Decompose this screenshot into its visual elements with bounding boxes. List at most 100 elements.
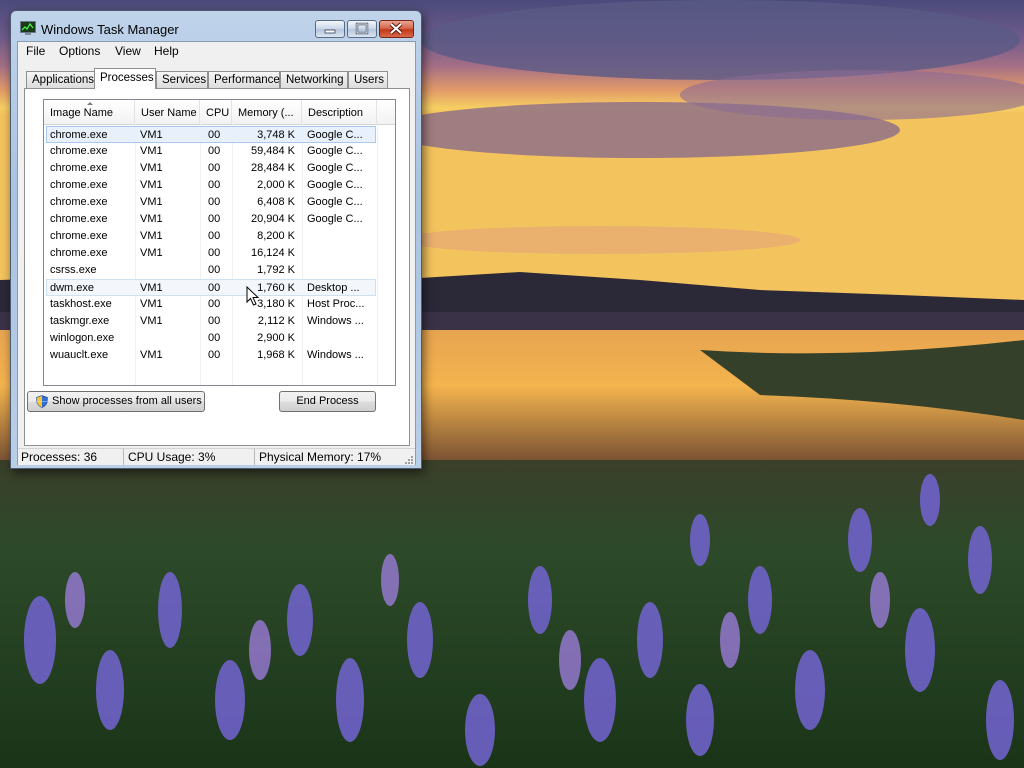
cell-user-name: VM1 <box>140 196 163 208</box>
cell-user-name: VM1 <box>140 247 163 259</box>
resize-grip-icon[interactable] <box>403 454 413 464</box>
cell-description: Google C... <box>307 129 363 141</box>
close-button[interactable] <box>379 20 414 38</box>
cell-image-name: chrome.exe <box>50 129 108 141</box>
cell-description: Google C... <box>307 179 363 191</box>
tab-performance[interactable]: Performance <box>208 71 280 88</box>
cell-user-name: VM1 <box>140 298 163 310</box>
cell-image-name: dwm.exe <box>50 282 95 294</box>
cell-user-name: VM1 <box>140 179 163 191</box>
table-row[interactable]: csrss.exe 00 1,792 K <box>44 262 395 279</box>
end-process-button[interactable]: End Process <box>279 391 376 412</box>
cell-memory: 3,748 K <box>257 129 295 141</box>
tab-services[interactable]: Services <box>156 71 208 88</box>
table-row[interactable]: taskhost.exe VM1 00 3,180 K Host Proc... <box>44 296 395 313</box>
status-bar: Processes: 36 CPU Usage: 3% Physical Mem… <box>18 448 415 465</box>
cell-description: Desktop ... <box>307 282 360 294</box>
cell-image-name: wuauclt.exe <box>50 349 109 361</box>
cell-cpu: 00 <box>208 349 221 361</box>
cell-cpu: 00 <box>208 264 221 276</box>
minimize-button[interactable] <box>315 20 345 38</box>
cell-memory: 2,000 K <box>257 179 295 191</box>
cell-image-name: chrome.exe <box>50 145 108 157</box>
table-row[interactable]: dwm.exe VM1 00 1,760 K Desktop ... <box>46 279 376 296</box>
col-image-name[interactable]: Image Name <box>44 100 135 124</box>
show-all-processes-label: Show processes from all users <box>52 395 202 407</box>
menu-help[interactable]: Help <box>154 44 179 58</box>
cell-user-name: VM1 <box>140 145 163 157</box>
cell-cpu: 00 <box>208 332 221 344</box>
status-processes: Processes: 36 <box>21 450 98 464</box>
process-list[interactable]: Image Name User Name CPU Memory (... Des… <box>43 99 396 386</box>
cell-user-name: VM1 <box>140 213 163 225</box>
title-bar[interactable]: Windows Task Manager <box>11 11 421 41</box>
show-all-processes-button[interactable]: Show processes from all users <box>27 391 205 412</box>
table-row[interactable]: winlogon.exe 00 2,900 K <box>44 330 395 347</box>
minimize-icon <box>324 29 336 34</box>
cell-image-name: taskmgr.exe <box>50 315 110 327</box>
sort-ascending-icon <box>87 102 93 105</box>
col-memory[interactable]: Memory (... <box>232 100 302 124</box>
maximize-button[interactable] <box>347 20 377 38</box>
table-row[interactable]: wuauclt.exe VM1 00 1,968 K Windows ... <box>44 347 395 364</box>
cell-cpu: 00 <box>208 282 221 294</box>
uac-shield-icon <box>36 395 48 408</box>
cell-description: Google C... <box>307 213 363 225</box>
cell-image-name: winlogon.exe <box>50 332 115 344</box>
cell-cpu: 00 <box>208 247 221 259</box>
cell-description: Google C... <box>307 145 363 157</box>
table-row[interactable]: chrome.exe VM1 00 59,484 K Google C... <box>44 143 395 160</box>
table-row[interactable]: chrome.exe VM1 00 8,200 K <box>44 228 395 245</box>
cell-image-name: taskhost.exe <box>50 298 112 310</box>
tab-networking[interactable]: Networking <box>280 71 348 88</box>
table-row[interactable]: chrome.exe VM1 00 3,748 K Google C... <box>46 126 376 143</box>
table-row[interactable]: chrome.exe VM1 00 16,124 K <box>44 245 395 262</box>
cell-cpu: 00 <box>208 230 221 242</box>
cell-user-name: VM1 <box>140 162 163 174</box>
cell-image-name: csrss.exe <box>50 264 97 276</box>
cell-cpu: 00 <box>208 162 221 174</box>
menu-view[interactable]: View <box>115 44 141 58</box>
cell-user-name: VM1 <box>140 349 163 361</box>
cell-description: Google C... <box>307 162 363 174</box>
tab-applications[interactable]: Applications <box>26 71 95 88</box>
window-client: File Options View Help Applications Proc… <box>17 41 416 465</box>
cell-description: Windows ... <box>307 315 364 327</box>
menu-bar: File Options View Help <box>18 42 415 62</box>
cell-cpu: 00 <box>208 315 221 327</box>
table-row[interactable]: chrome.exe VM1 00 6,408 K Google C... <box>44 194 395 211</box>
window-title: Windows Task Manager <box>41 22 179 37</box>
col-user-name[interactable]: User Name <box>135 100 200 124</box>
status-divider <box>254 449 255 465</box>
cell-description: Host Proc... <box>307 298 365 310</box>
table-row[interactable]: chrome.exe VM1 00 2,000 K Google C... <box>44 177 395 194</box>
col-description[interactable]: Description <box>302 100 377 124</box>
cell-image-name: chrome.exe <box>50 179 108 191</box>
menu-options[interactable]: Options <box>59 44 100 58</box>
cell-memory: 6,408 K <box>257 196 295 208</box>
table-row[interactable]: chrome.exe VM1 00 28,484 K Google C... <box>44 160 395 177</box>
cell-cpu: 00 <box>208 179 221 191</box>
cell-memory: 2,900 K <box>257 332 295 344</box>
cell-cpu: 00 <box>208 196 221 208</box>
table-row[interactable]: taskmgr.exe VM1 00 2,112 K Windows ... <box>44 313 395 330</box>
cell-user-name: VM1 <box>140 129 163 141</box>
tab-processes[interactable]: Processes <box>94 68 156 89</box>
tab-users[interactable]: Users <box>348 71 388 88</box>
table-row[interactable]: chrome.exe VM1 00 20,904 K Google C... <box>44 211 395 228</box>
cell-user-name: VM1 <box>140 230 163 242</box>
cell-memory: 20,904 K <box>250 213 295 225</box>
cell-description: Windows ... <box>307 349 364 361</box>
task-manager-icon <box>20 21 36 35</box>
menu-file[interactable]: File <box>26 44 45 58</box>
list-header: Image Name User Name CPU Memory (... Des… <box>44 100 395 125</box>
cell-image-name: chrome.exe <box>50 247 108 259</box>
cell-cpu: 00 <box>208 145 221 157</box>
cell-memory: 1,760 K <box>257 282 295 294</box>
processes-panel: Image Name User Name CPU Memory (... Des… <box>24 88 410 446</box>
col-cpu[interactable]: CPU <box>200 100 232 124</box>
cell-cpu: 00 <box>208 213 221 225</box>
status-physical-memory: Physical Memory: 17% <box>259 450 382 464</box>
cell-memory: 8,200 K <box>257 230 295 242</box>
close-icon <box>389 22 403 35</box>
